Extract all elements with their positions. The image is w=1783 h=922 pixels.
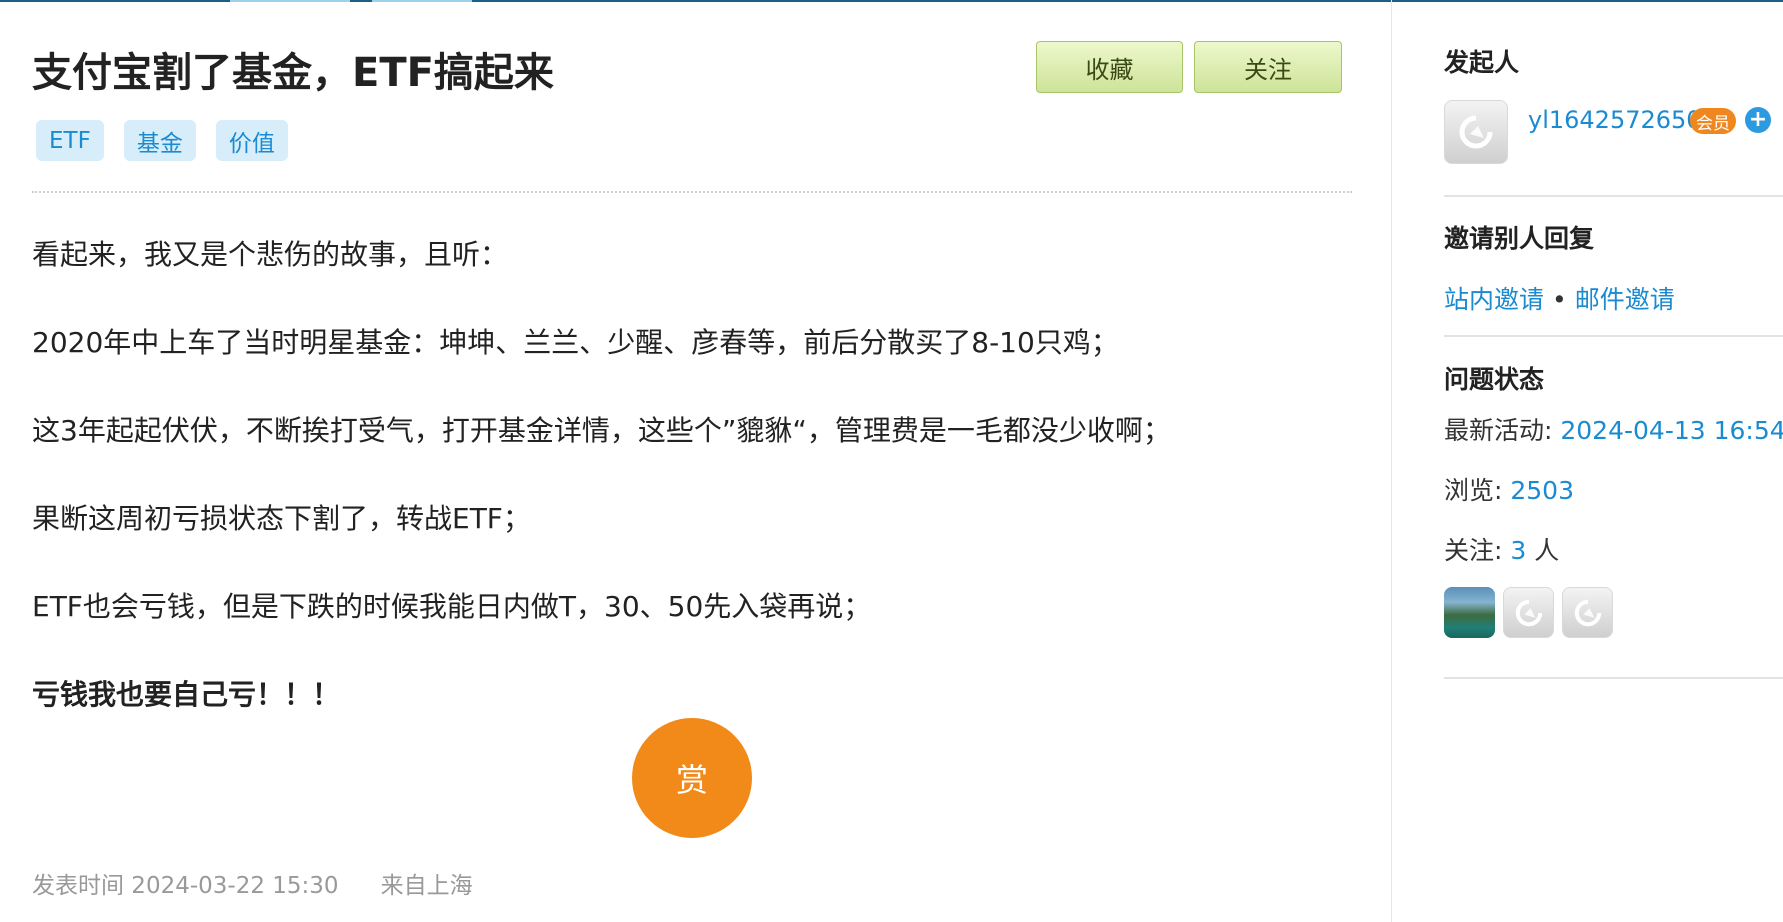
section-divider — [1444, 335, 1783, 337]
post-paragraph: 这3年起起伏伏，不断挨打受气，打开基金详情，这些个”貔貅“，管理费是一毛都没少收… — [32, 414, 1171, 447]
post-paragraph: 果断这周初亏损状态下割了，转战ETF； — [32, 502, 531, 535]
follower-count-unit: 人 — [1526, 536, 1560, 565]
post-body: 看起来，我又是个悲伤的故事，且听： 2020年中上车了当时明星基金：坤坤、兰兰、… — [32, 211, 1352, 739]
default-avatar-icon — [1574, 599, 1601, 626]
view-count: 浏览: 2503 — [1444, 471, 1574, 507]
post-paragraph: ETF也会亏钱，但是下跌的时候我能日内做T，30、50先入袋再说； — [32, 590, 872, 623]
default-avatar-icon — [1515, 599, 1542, 626]
section-divider — [1444, 677, 1783, 679]
follower-avatar[interactable] — [1444, 587, 1495, 638]
initiator-heading: 发起人 — [1444, 48, 1520, 77]
tag-value[interactable]: 价值 — [215, 120, 288, 161]
follow-button[interactable]: 关注 — [1194, 41, 1342, 93]
status-heading: 问题状态 — [1444, 365, 1545, 394]
invite-heading: 邀请别人回复 — [1444, 224, 1595, 253]
tag-etf[interactable]: ETF — [36, 120, 104, 161]
initiator-name[interactable]: yl1642572650 — [1528, 106, 1702, 134]
follower-count-label: 关注: — [1444, 536, 1511, 565]
latest-activity-value[interactable]: 2024-04-13 16:54 — [1560, 416, 1783, 445]
plus-circle-icon[interactable]: + — [1745, 107, 1771, 133]
member-badge: 会员 — [1690, 108, 1736, 134]
post-meta: 发表时间 2024-03-22 15:30 来自上海 — [32, 866, 473, 900]
tag-fund[interactable]: 基金 — [123, 120, 196, 161]
latest-activity-label: 最新活动: — [1444, 416, 1561, 445]
post-paragraph: 2020年中上车了当时明星基金：坤坤、兰兰、少醒、彦春等，前后分散买了8-10只… — [32, 326, 1119, 359]
initiator-avatar[interactable] — [1444, 100, 1508, 164]
separator-dot: • — [1552, 285, 1567, 314]
reward-button[interactable]: 赏 — [632, 718, 752, 838]
follower-avatar[interactable] — [1562, 587, 1613, 638]
page-title: 支付宝割了基金，ETF搞起来 — [32, 50, 554, 96]
follower-avatar[interactable] — [1503, 587, 1554, 638]
invite-links: 站内邀请 • 邮件邀请 — [1444, 280, 1675, 316]
post-paragraph: 看起来，我又是个悲伤的故事，且听： — [32, 238, 509, 271]
follower-count: 关注: 3 人 — [1444, 531, 1559, 567]
main-content: 支付宝割了基金，ETF搞起来 收藏 关注 ETF 基金 价值 看起来，我又是个悲… — [0, 0, 1392, 922]
view-count-value: 2503 — [1510, 476, 1574, 505]
default-avatar-icon — [1459, 115, 1493, 149]
view-count-label: 浏览: — [1444, 476, 1511, 505]
site-invite-link[interactable]: 站内邀请 — [1444, 285, 1544, 314]
tag-list: ETF 基金 价值 — [36, 120, 288, 161]
follower-count-value[interactable]: 3 — [1510, 536, 1526, 565]
favorite-button[interactable]: 收藏 — [1036, 41, 1183, 93]
publish-time: 发表时间 2024-03-22 15:30 — [32, 873, 339, 899]
email-invite-link[interactable]: 邮件邀请 — [1575, 285, 1675, 314]
sidebar: 发起人 yl1642572650 会员 + 邀请别人回复 站内邀请 • 邮件邀请 问… — [1444, 0, 1783, 922]
section-divider — [1444, 195, 1783, 197]
post-location: 来自上海 — [380, 873, 473, 899]
latest-activity: 最新活动: 2024-04-13 16:54 — [1444, 411, 1783, 447]
title-divider — [32, 191, 1352, 193]
